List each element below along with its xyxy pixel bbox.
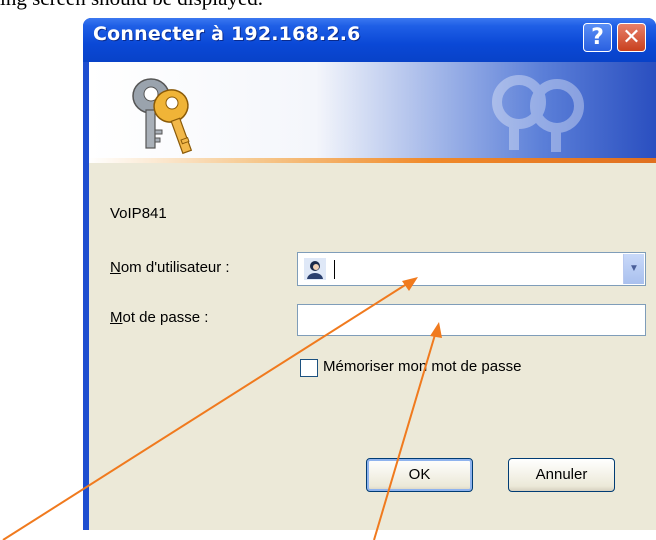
help-button[interactable]: ?	[583, 23, 612, 52]
ok-button[interactable]: OK	[366, 458, 473, 492]
remember-password-label[interactable]: Mémoriser mon mot de passe	[323, 358, 521, 375]
username-combobox[interactable]: ▼	[297, 252, 646, 286]
close-button[interactable]: ✕	[617, 23, 646, 52]
username-label-mnemonic: N	[110, 259, 121, 276]
dialog-banner	[89, 62, 656, 158]
dialog-body: VoIP841 Nom d'utilisateur : ▼ Mot de pas…	[89, 62, 656, 530]
window-title: Connecter à 192.168.2.6	[93, 23, 361, 45]
password-label: Mot de passe :	[110, 309, 208, 326]
title-bar[interactable]: Connecter à 192.168.2.6 ? ✕	[83, 18, 656, 62]
password-field[interactable]	[297, 304, 646, 336]
cancel-button[interactable]: Annuler	[508, 458, 615, 492]
document-text-fragment: ing screen should be displayed.	[0, 0, 263, 11]
banner-accent-stripe	[89, 158, 656, 163]
username-label-text: om d'utilisateur :	[120, 259, 230, 276]
chevron-down-icon[interactable]: ▼	[623, 254, 644, 284]
login-dialog-window: Connecter à 192.168.2.6 ? ✕ VoIP841 Nom …	[83, 18, 656, 530]
remember-password-checkbox[interactable]	[300, 359, 318, 377]
username-label: Nom d'utilisateur :	[110, 259, 230, 276]
keys-watermark-icon	[492, 75, 584, 152]
user-icon	[304, 258, 326, 280]
keys-icon	[132, 78, 193, 155]
realm-label: VoIP841	[110, 205, 167, 222]
password-label-mnemonic: M	[110, 309, 123, 326]
text-cursor	[334, 260, 335, 279]
password-label-text: ot de passe :	[122, 309, 209, 326]
